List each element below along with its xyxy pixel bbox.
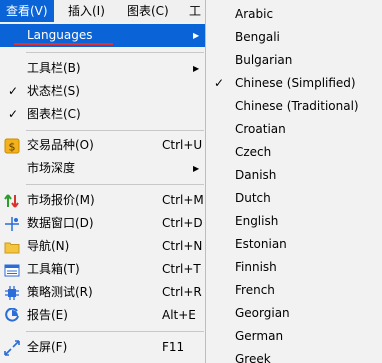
- menu-item-symbols[interactable]: $ 交易品种(O) Ctrl+U: [0, 134, 205, 157]
- language-label: Greek: [235, 352, 271, 363]
- language-label: German: [235, 329, 284, 343]
- crosshair-icon: [5, 217, 19, 231]
- language-label: Arabic: [235, 7, 274, 21]
- chip-icon: [5, 286, 19, 300]
- menu-item-statusbar[interactable]: ✓ 状态栏(S): [0, 80, 205, 103]
- language-item[interactable]: Finnish: [206, 256, 382, 279]
- menu-item-label: 报告(E): [27, 308, 68, 322]
- menu-charts[interactable]: 图表(C): [121, 0, 175, 22]
- menu-item-label: 工具箱(T): [27, 262, 80, 276]
- shortcut-text: Ctrl+N: [162, 239, 203, 253]
- menu-item-market-depth[interactable]: 市场深度 ▶: [0, 157, 205, 180]
- menu-item-toolbar[interactable]: 工具栏(B) ▶: [0, 57, 205, 80]
- language-item-selected[interactable]: ✓ Chinese (Simplified): [206, 72, 382, 95]
- menu-item-fullscreen[interactable]: 全屏(F) F11: [0, 336, 205, 359]
- language-item[interactable]: Estonian: [206, 233, 382, 256]
- language-label: Czech: [235, 145, 272, 159]
- menu-separator: [26, 130, 204, 131]
- menu-item-label: 策略测试(R): [27, 285, 93, 299]
- language-label: Chinese (Traditional): [235, 99, 359, 113]
- language-item[interactable]: Greek: [206, 348, 382, 363]
- menu-item-market-watch[interactable]: 市场报价(M) Ctrl+M: [0, 189, 205, 212]
- language-item[interactable]: Arabic: [206, 3, 382, 26]
- menu-view[interactable]: 查看(V): [0, 0, 54, 22]
- shortcut-text: Ctrl+D: [162, 216, 203, 230]
- language-item[interactable]: English: [206, 210, 382, 233]
- shortcut-text: Ctrl+M: [162, 193, 204, 207]
- menu-item-label: 市场报价(M): [27, 193, 95, 207]
- menu-item-label: 市场深度: [27, 161, 76, 175]
- shortcut-text: Ctrl+U: [162, 138, 203, 152]
- menu-item-toolbox[interactable]: 工具箱(T) Ctrl+T: [0, 258, 205, 281]
- menu-item-reports[interactable]: 报告(E) Alt+E: [0, 304, 205, 327]
- language-label: Danish: [235, 168, 277, 182]
- dollar-icon: $: [4, 138, 20, 154]
- report-icon: [5, 308, 19, 322]
- menu-separator: [26, 52, 204, 53]
- language-item[interactable]: Czech: [206, 141, 382, 164]
- language-item[interactable]: German: [206, 325, 382, 348]
- check-icon: ✓: [8, 107, 19, 121]
- language-label: Chinese (Simplified): [235, 76, 356, 90]
- menu-item-label: 数据窗口(D): [27, 216, 94, 230]
- language-item[interactable]: French: [206, 279, 382, 302]
- market-watch-icon: [4, 194, 19, 208]
- menu-item-navigator[interactable]: 导航(N) Ctrl+N: [0, 235, 205, 258]
- language-item[interactable]: Bengali: [206, 26, 382, 49]
- menu-separator: [26, 184, 204, 185]
- language-label: French: [235, 283, 275, 297]
- menu-item-data-window[interactable]: 数据窗口(D) Ctrl+D: [0, 212, 205, 235]
- submenu-arrow-icon: ▶: [193, 64, 200, 73]
- language-label: Bulgarian: [235, 53, 293, 67]
- check-icon: ✓: [8, 84, 19, 98]
- menu-item-label: 交易品种(O): [27, 138, 94, 152]
- language-item[interactable]: Croatian: [206, 118, 382, 141]
- check-icon: ✓: [214, 76, 225, 90]
- submenu-arrow-icon: ▶: [193, 164, 200, 173]
- language-label: Estonian: [235, 237, 287, 251]
- fullscreen-icon: [4, 340, 20, 356]
- language-item[interactable]: Danish: [206, 164, 382, 187]
- menu-item-label: 状态栏(S): [27, 84, 80, 98]
- menu-item-label: 导航(N): [27, 239, 70, 253]
- shortcut-text: Ctrl+R: [162, 285, 202, 299]
- menu-item-languages[interactable]: Languages ▶: [0, 24, 205, 47]
- folder-icon: [4, 242, 20, 254]
- menu-item-strategy-tester[interactable]: 策略测试(R) Ctrl+R: [0, 281, 205, 304]
- language-label: English: [235, 214, 279, 228]
- annotation-underline: [14, 43, 113, 45]
- submenu-arrow-icon: ▶: [193, 31, 200, 40]
- language-item[interactable]: Bulgarian: [206, 49, 382, 72]
- toolbox-icon: [4, 264, 20, 277]
- menu-item-label: 图表栏(C): [27, 107, 81, 121]
- menu-separator: [26, 331, 204, 332]
- menu-item-chartbar[interactable]: ✓ 图表栏(C): [0, 103, 205, 126]
- language-label: Bengali: [235, 30, 280, 44]
- language-item[interactable]: Dutch: [206, 187, 382, 210]
- language-label: Finnish: [235, 260, 277, 274]
- svg-text:$: $: [9, 141, 16, 154]
- menu-insert[interactable]: 插入(I): [62, 0, 111, 22]
- language-item[interactable]: Chinese (Traditional): [206, 95, 382, 118]
- menu-tools[interactable]: 工: [183, 0, 207, 22]
- shortcut-text: Ctrl+T: [162, 262, 201, 276]
- language-label: Dutch: [235, 191, 271, 205]
- shortcut-text: Alt+E: [162, 308, 196, 322]
- language-label: Croatian: [235, 122, 286, 136]
- menu-item-label: 工具栏(B): [27, 61, 81, 75]
- shortcut-text: F11: [162, 340, 185, 354]
- language-label: Georgian: [235, 306, 290, 320]
- menu-item-label: 全屏(F): [27, 340, 68, 354]
- language-item[interactable]: Georgian: [206, 302, 382, 325]
- view-menu: Languages ▶ 工具栏(B) ▶ ✓ 状态栏(S) ✓ 图表栏(C) $…: [0, 22, 206, 363]
- languages-submenu: Arabic Bengali Bulgarian ✓ Chinese (Simp…: [205, 0, 382, 363]
